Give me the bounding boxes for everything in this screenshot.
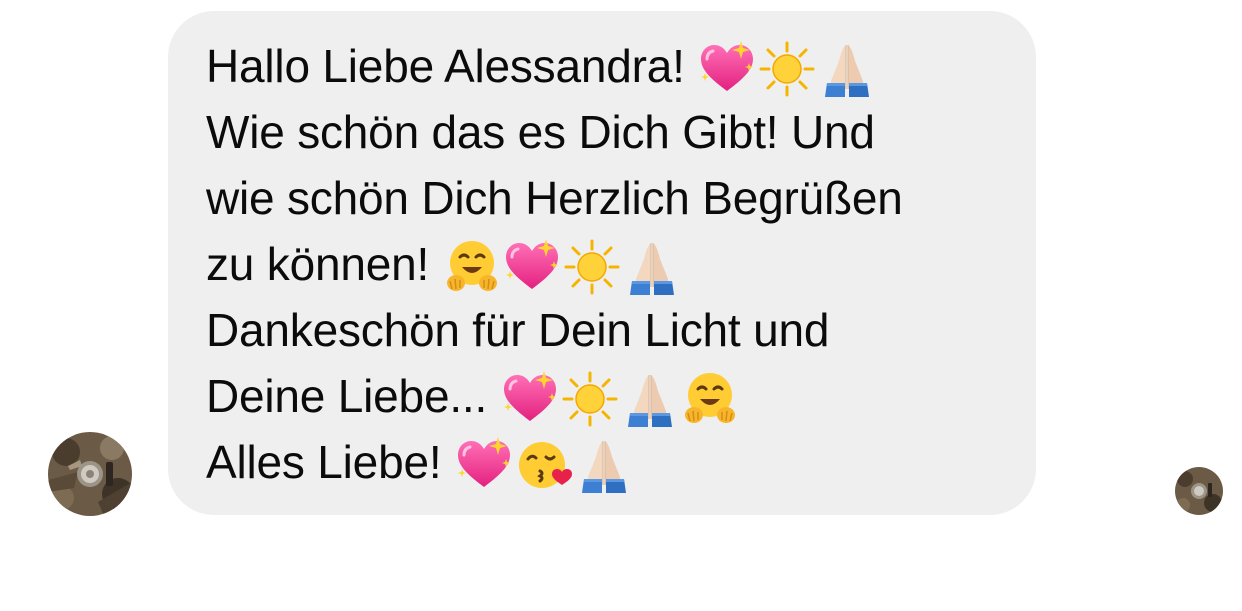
message-text: zu können! xyxy=(206,238,442,290)
sparkling-heart-icon xyxy=(697,33,757,99)
folded-hands-icon xyxy=(817,33,877,99)
message-line: zu können! xyxy=(206,231,682,297)
sparkling-heart-icon xyxy=(502,231,562,297)
folded-hands-icon xyxy=(574,429,634,495)
message-line: Alles Liebe! xyxy=(206,429,634,495)
message-text: Dankeschön für Dein Licht und xyxy=(206,304,830,356)
sparkling-heart-icon xyxy=(500,363,560,429)
message-text: Hallo Liebe Alessandra! xyxy=(206,40,698,92)
message-line: Wie schön das es Dich Gibt! Und xyxy=(206,99,875,165)
emoji-group xyxy=(442,231,682,297)
face-blowing-kiss-icon xyxy=(514,429,574,495)
emoji-group xyxy=(454,429,634,495)
hugging-face-icon xyxy=(680,363,740,429)
sender-avatar[interactable] xyxy=(48,432,132,516)
message-line: Dankeschön für Dein Licht und xyxy=(206,297,829,363)
sun-icon xyxy=(562,231,622,297)
message-text: wie schön Dich Herzlich Begrüßen xyxy=(206,172,903,224)
sparkling-heart-icon xyxy=(454,429,514,495)
message-text: Wie schön das es Dich Gibt! Und xyxy=(206,106,875,158)
message-bubble[interactable]: Hallo Liebe Alessandra! Wie schön das es… xyxy=(168,11,1036,515)
message-line: Deine Liebe... xyxy=(206,363,740,429)
folded-hands-icon xyxy=(620,363,680,429)
message-line: wie schön Dich Herzlich Begrüßen xyxy=(206,165,903,231)
message-text: Alles Liebe! xyxy=(206,436,454,488)
avatar-photo-icon xyxy=(48,432,132,516)
sun-icon xyxy=(757,33,817,99)
avatar-photo-icon xyxy=(1175,467,1223,515)
message-text: Deine Liebe... xyxy=(206,370,500,422)
read-receipt-avatar xyxy=(1175,467,1223,515)
emoji-group xyxy=(697,33,877,99)
sun-icon xyxy=(560,363,620,429)
hugging-face-icon xyxy=(442,231,502,297)
folded-hands-icon xyxy=(622,231,682,297)
message-line: Hallo Liebe Alessandra! xyxy=(206,33,877,99)
emoji-group xyxy=(500,363,740,429)
